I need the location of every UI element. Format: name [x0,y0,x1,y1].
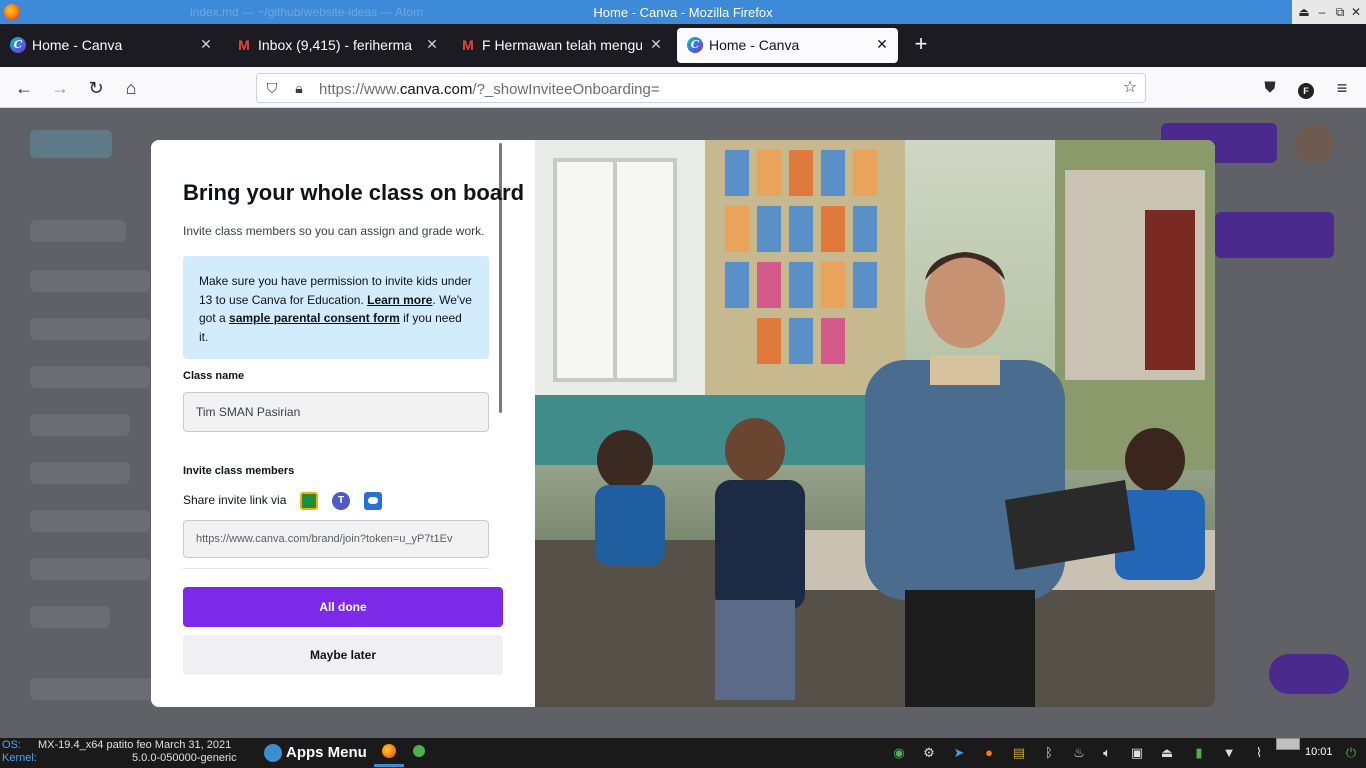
menu-icon[interactable]: ≡ [1331,77,1353,99]
tab-home-canva-active[interactable]: C Home - Canva ✕ [677,28,898,63]
tab-label: Inbox (9,415) - feriherma [258,37,413,53]
kernel-label: Kernel: [2,752,37,764]
canva-icon: C [687,37,703,53]
modal-heading: Bring your whole class on board [183,180,525,205]
google-classroom-icon[interactable] [300,492,318,510]
mx-logo-icon [264,744,282,762]
firefox-tray-icon[interactable]: ● [980,744,998,762]
lock-icon[interactable]: 🔒︎ [290,79,308,97]
gmail-icon: M [238,37,250,53]
promo-banner-bg [1215,212,1334,258]
system-taskbar: OS: MX-19.4_x64 patito feo March 31, 202… [0,738,1366,768]
forward-icon[interactable]: → [49,77,71,99]
canva-icon: C [10,37,26,53]
navigation-bar: ← → ↻ ⌂ ⛉ 🔒︎ https://www.canva.com/?_sho… [0,67,1366,108]
shade-icon[interactable]: ⏏ [1296,4,1312,20]
workspace-pager[interactable] [1276,738,1300,750]
permission-notice: Make sure you have permission to invite … [183,256,489,359]
gmail-icon: M [462,37,474,53]
remind-icon[interactable] [364,492,382,510]
sidebar-ghost [30,558,150,580]
maximize-icon[interactable]: ⧉ [1332,4,1348,20]
tab-label: Home - Canva [32,37,123,53]
wifi-icon[interactable]: ▼ [1220,744,1238,762]
tab-label: Home - Canva [709,37,800,53]
pocket-icon[interactable]: ⛊ [1259,77,1281,99]
modal-subtitle: Invite class members so you can assign a… [183,224,485,238]
os-label: OS: [2,739,21,751]
all-done-button[interactable]: All done [183,587,503,627]
sidebar-ghost [30,414,130,436]
tab-home-canva-1[interactable]: C Home - Canva ✕ [0,28,222,63]
canva-logo [30,130,112,158]
package-icon[interactable]: ▣ [1128,744,1146,762]
window-titlebar: index.md — ~/github/website-ideas — Atom… [0,0,1366,24]
sidebar-ghost [30,678,160,700]
share-label: Share invite link via [183,493,287,507]
telegram-icon[interactable]: ➤ [950,744,968,762]
window-title: Home - Canva - Mozilla Firefox [593,5,773,20]
sidebar-ghost [30,220,126,242]
power-icon[interactable]: ⏻ [1342,744,1360,762]
consent-form-link[interactable]: sample parental consent form [229,311,400,325]
sidebar-ghost [30,462,130,484]
os-value: MX-19.4_x64 patito feo March 31, 2021 [38,739,232,751]
modal-content-panel: Bring your whole class on board Invite c… [151,140,535,707]
class-name-input[interactable]: Tim SMAN Pasirian [183,392,489,432]
volume-icon[interactable]: 🔈︎ [1098,744,1116,762]
tab-label: F Hermawan telah mengu [482,37,642,53]
green-app-icon[interactable] [410,744,428,762]
reload-icon[interactable]: ↻ [85,77,107,99]
kernel-value: 5.0.0-050000-generic [132,752,237,764]
updates-icon[interactable]: ⏏ [1158,744,1176,762]
url-text[interactable]: https://www.canva.com/?_showInviteeOnboa… [319,81,660,98]
close-tab-icon[interactable]: ✕ [874,36,890,52]
home-icon[interactable]: ⌂ [120,77,142,99]
address-bar[interactable]: ⛉ 🔒︎ https://www.canva.com/?_showInvitee… [256,73,1146,103]
clip-icon[interactable]: ⌇ [1250,744,1268,762]
learn-more-link[interactable]: Learn more [367,293,432,307]
close-tab-icon[interactable]: ✕ [648,36,664,52]
bluetooth-icon[interactable]: ᛒ [1040,744,1058,762]
shield-icon[interactable]: ⛉ [263,79,281,97]
bookmark-star-icon[interactable]: ☆ [1121,79,1139,97]
avatar [1294,124,1334,164]
class-name-label: Class name [183,370,245,382]
tab-inbox[interactable]: M Inbox (9,415) - feriherma ✕ [226,28,448,63]
settings-icon[interactable]: ⚙ [920,744,938,762]
close-window-icon[interactable]: ✕ [1348,4,1364,20]
active-app-indicator [374,764,404,767]
battery-icon[interactable]: ▮ [1190,744,1208,762]
invite-members-label: Invite class members [183,465,295,477]
close-tab-icon[interactable]: ✕ [198,36,214,52]
files-icon[interactable]: ▤ [1010,744,1028,762]
close-tab-icon[interactable]: ✕ [424,36,440,52]
sidebar-ghost [30,318,150,340]
maybe-later-button[interactable]: Maybe later [183,635,503,675]
microsoft-teams-icon[interactable]: T [332,492,350,510]
invite-link-input[interactable]: https://www.canva.com/brand/join?token=u… [183,520,489,558]
sidebar-ghost [30,510,150,532]
minimize-icon[interactable]: – [1314,4,1330,20]
sidebar-ghost [30,606,110,628]
flame-icon[interactable]: ♨ [1070,744,1088,762]
sidebar-ghost [30,270,150,292]
firefox-taskbar-icon[interactable] [380,744,398,762]
tab-hermawan[interactable]: M F Hermawan telah mengu ✕ [450,28,672,63]
classroom-photo [535,140,1215,707]
new-tab-button[interactable]: + [910,33,932,56]
tab-bar: C Home - Canva ✕ M Inbox (9,415) - ferih… [0,24,1366,67]
account-icon[interactable]: F [1295,77,1317,99]
chrome-icon[interactable]: ◉ [890,744,908,762]
clock: 10:01 [1305,746,1333,758]
invite-class-modal: Bring your whole class on board Invite c… [151,140,1215,707]
divider [183,568,489,569]
classroom-illustration [535,140,1215,707]
back-icon[interactable]: ← [13,77,35,99]
sidebar-ghost [30,366,150,388]
help-button-bg [1269,654,1349,694]
